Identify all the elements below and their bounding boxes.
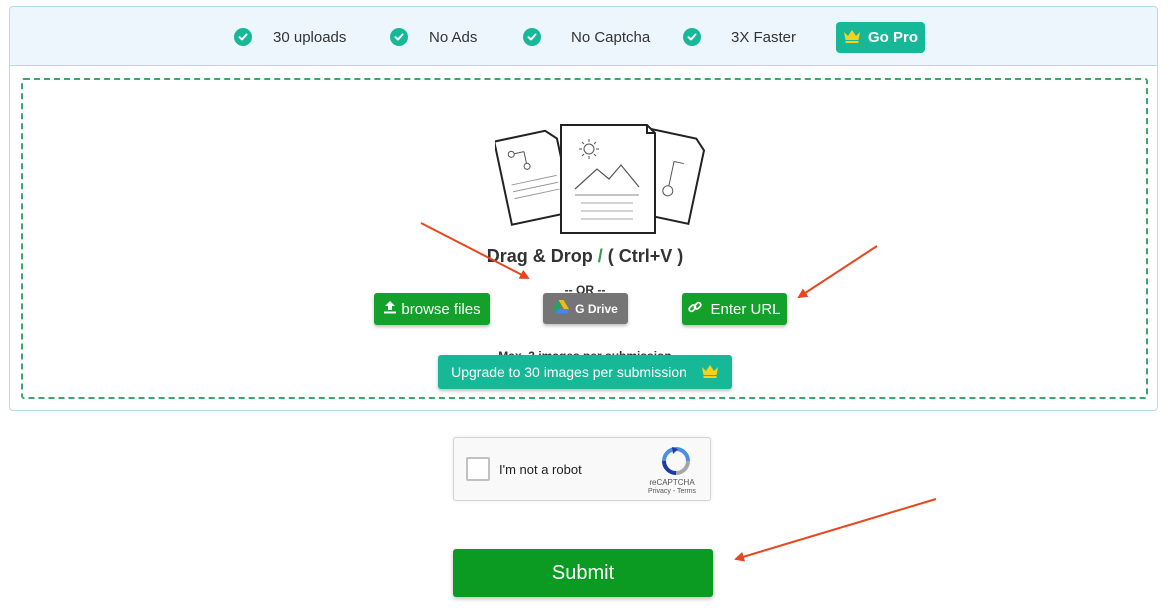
feature-no-captcha: No Captcha	[523, 7, 650, 67]
feature-no-ads: No Ads	[390, 7, 477, 67]
recaptcha-logo-icon	[662, 447, 690, 475]
enter-url-label: Enter URL	[710, 300, 781, 318]
upload-icon	[383, 300, 397, 318]
feature-30-uploads: 30 uploads	[234, 7, 346, 67]
feature-label: No Captcha	[571, 28, 651, 46]
drop-title: Drag & Drop / ( Ctrl+V )	[23, 246, 1147, 267]
recaptcha-widget: I'm not a robot reCAPTCHA Privacy - Term…	[453, 437, 711, 501]
crown-icon	[701, 364, 719, 381]
google-drive-icon	[553, 300, 570, 317]
drop-title-slash: /	[597, 246, 603, 266]
captcha-checkbox[interactable]	[466, 457, 490, 481]
check-circle-icon	[390, 28, 408, 46]
check-circle-icon	[234, 28, 252, 46]
submit-button[interactable]: Submit	[453, 549, 713, 597]
check-circle-icon	[683, 28, 701, 46]
upgrade-label: Upgrade to 30 images per submission	[451, 364, 687, 380]
feature-bar: 30 uploads No Ads No Captcha 3X Faster G…	[9, 6, 1158, 66]
link-icon	[688, 300, 703, 318]
go-pro-label: Go Pro	[867, 29, 918, 46]
browse-files-label: browse files	[401, 300, 481, 318]
recaptcha-links: Privacy - Terms	[642, 488, 702, 495]
captcha-label: I'm not a robot	[499, 462, 582, 477]
drop-title-shortcut: ( Ctrl+V )	[607, 246, 684, 266]
google-drive-label: G Drive	[575, 301, 618, 316]
terms-link[interactable]: Terms	[677, 488, 696, 495]
upload-panel: Drag & Drop / ( Ctrl+V ) -- OR -- browse…	[9, 66, 1158, 411]
feature-label: No Ads	[429, 28, 478, 46]
go-pro-button[interactable]: Go Pro	[836, 22, 925, 53]
feature-3x-faster: 3X Faster	[683, 7, 796, 67]
drop-zone[interactable]: Drag & Drop / ( Ctrl+V ) -- OR -- browse…	[21, 78, 1148, 399]
google-drive-button[interactable]: G Drive	[543, 293, 628, 324]
files-illustration	[495, 124, 705, 234]
drop-title-main: Drag & Drop	[486, 246, 593, 266]
recaptcha-brand: reCAPTCHA	[649, 478, 695, 487]
crown-icon	[843, 29, 861, 47]
privacy-link[interactable]: Privacy	[648, 488, 671, 495]
enter-url-button[interactable]: Enter URL	[682, 293, 787, 325]
upgrade-button[interactable]: Upgrade to 30 images per submission	[438, 355, 732, 389]
feature-label: 3X Faster	[731, 28, 797, 46]
check-circle-icon	[523, 28, 541, 46]
arrow-to-submit	[734, 498, 937, 562]
browse-files-button[interactable]: browse files	[374, 293, 490, 325]
feature-label: 30 uploads	[273, 28, 347, 46]
